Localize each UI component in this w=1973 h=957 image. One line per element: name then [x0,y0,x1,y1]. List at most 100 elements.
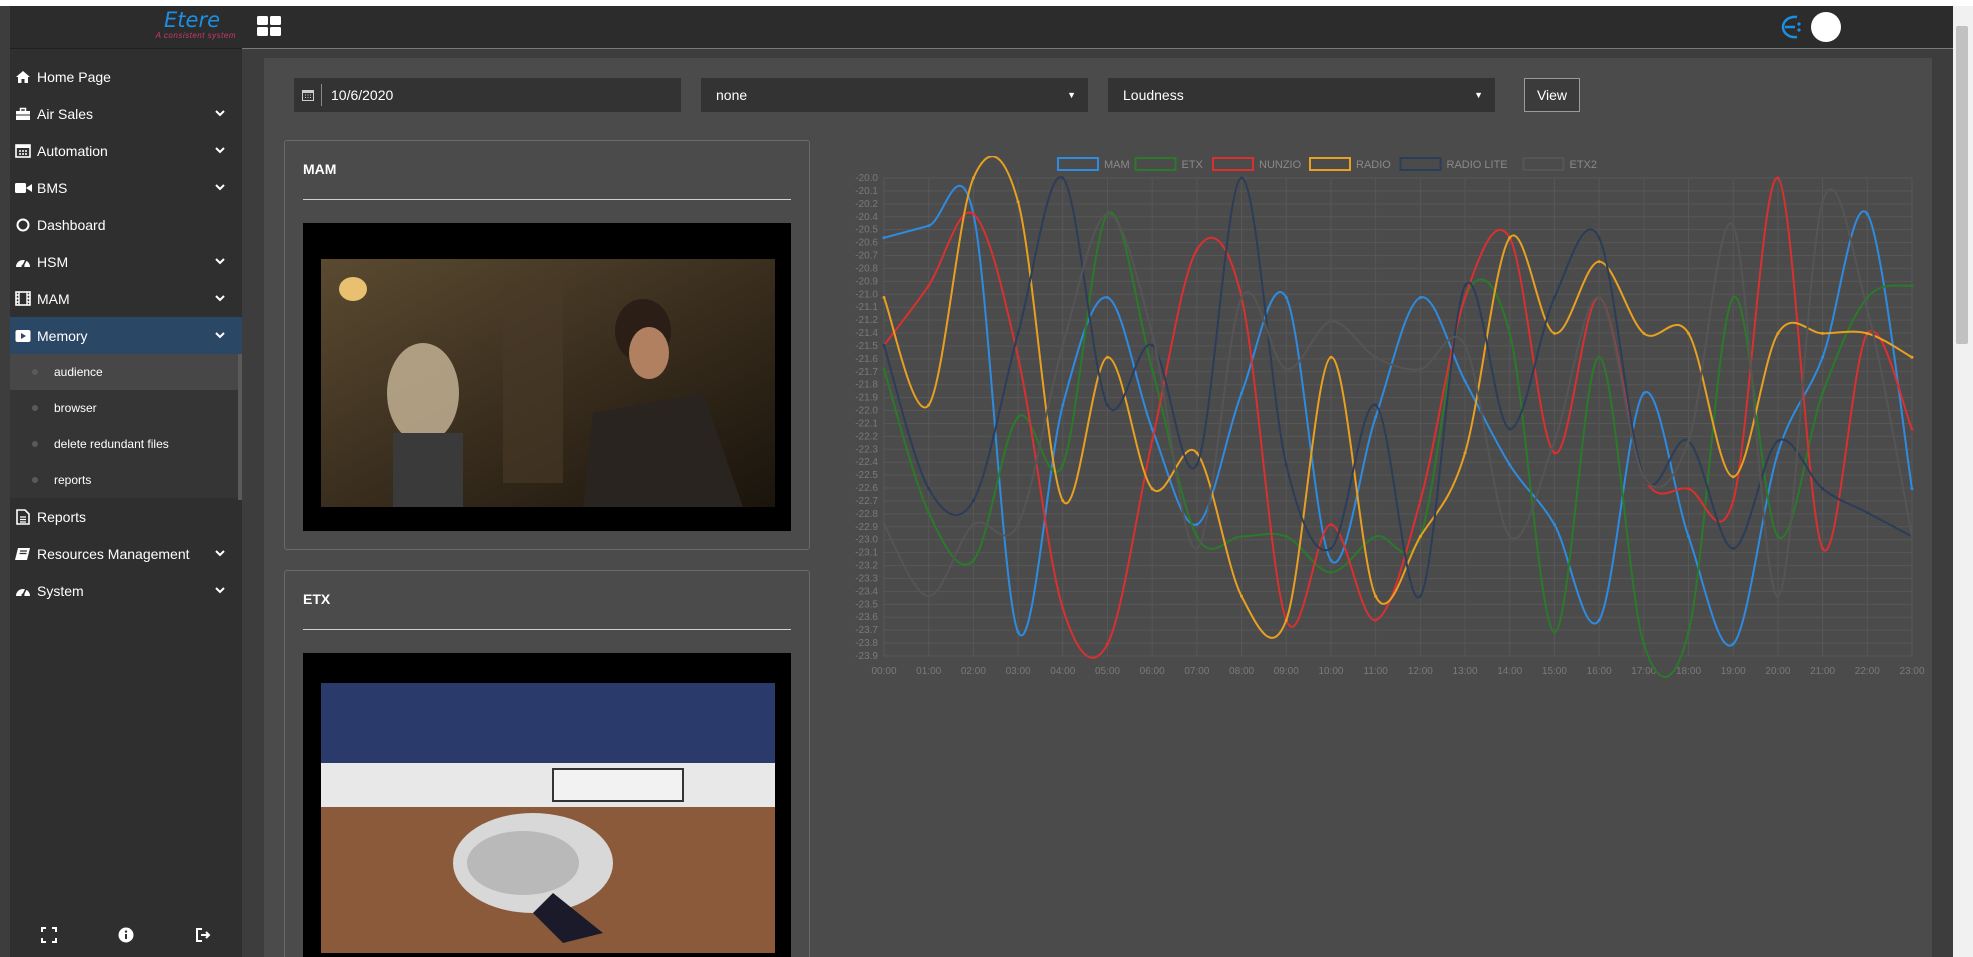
data-point[interactable] [1105,403,1109,407]
data-point[interactable] [1687,439,1691,443]
data-point[interactable] [1463,296,1467,299]
data-point[interactable] [1284,535,1288,538]
metric-select[interactable]: Loudness ▼ [1108,78,1495,112]
data-point[interactable] [1731,642,1735,646]
data-point[interactable] [971,212,975,216]
data-point[interactable] [1374,535,1378,538]
data-point[interactable] [1597,355,1601,359]
data-point[interactable] [1910,427,1914,431]
data-point[interactable] [1642,475,1646,479]
data-point[interactable] [1821,546,1825,550]
sidebar-subitem-reports[interactable]: reports [10,462,242,498]
data-point[interactable] [1284,367,1288,371]
data-point[interactable] [1552,331,1556,335]
data-point[interactable] [1910,535,1914,538]
sidebar-item-system[interactable]: System [10,572,242,609]
data-point[interactable] [882,236,886,240]
data-point[interactable] [1418,367,1422,371]
data-point[interactable] [1240,535,1244,538]
sidebar-subitem-audience[interactable]: audience [10,354,242,390]
data-point[interactable] [1240,594,1244,598]
data-point[interactable] [1374,618,1378,622]
data-point[interactable] [1329,523,1333,527]
data-point[interactable] [1105,642,1109,646]
data-point[interactable] [1150,331,1154,335]
data-point[interactable] [1642,642,1646,646]
data-point[interactable] [1687,487,1691,491]
page-scrollbar[interactable] [1953,6,1973,957]
data-point[interactable] [1508,427,1512,431]
legend-item[interactable]: ETX [1134,157,1204,171]
data-point[interactable] [1150,427,1154,431]
data-point[interactable] [1731,499,1735,503]
logout-button[interactable] [189,921,217,949]
data-point[interactable] [1910,284,1914,288]
data-point[interactable] [1776,439,1780,443]
data-point[interactable] [1105,296,1109,299]
sidebar-item-bms[interactable]: BMS [10,169,242,206]
data-point[interactable] [882,343,886,347]
data-point[interactable] [971,499,975,503]
data-point[interactable] [1463,379,1467,383]
data-point[interactable] [1865,296,1869,299]
data-point[interactable] [1463,343,1467,347]
data-point[interactable] [1329,558,1333,562]
data-point[interactable] [1731,224,1735,228]
data-point[interactable] [1865,307,1869,311]
data-point[interactable] [1776,535,1780,538]
data-point[interactable] [1508,236,1512,240]
data-point[interactable] [1687,535,1691,538]
data-point[interactable] [1284,618,1288,622]
data-point[interactable] [1284,296,1288,299]
data-point[interactable] [1865,212,1869,216]
data-point[interactable] [1821,391,1825,395]
info-button[interactable] [112,921,140,949]
data-point[interactable] [1508,331,1512,335]
data-point[interactable] [1642,391,1646,395]
brand-logo[interactable]: Etere A consistent system [10,6,242,49]
data-point[interactable] [1552,439,1556,443]
data-point[interactable] [1016,415,1020,419]
data-point[interactable] [1731,296,1735,299]
data-point[interactable] [927,224,931,228]
data-point[interactable] [1195,248,1199,252]
data-point[interactable] [1508,463,1512,467]
data-point[interactable] [1865,331,1869,335]
series-line-radio-lite[interactable] [883,176,1913,599]
data-point[interactable] [1195,523,1199,527]
data-point[interactable] [1418,535,1422,538]
data-point[interactable] [1105,355,1109,359]
data-point[interactable] [1016,630,1020,634]
data-point[interactable] [1776,594,1780,598]
data-point[interactable] [1552,451,1556,455]
data-point[interactable] [1597,296,1601,299]
legend-item[interactable]: RADIO [1309,157,1391,171]
data-point[interactable] [1731,546,1735,550]
sidebar-item-resources-management[interactable]: Resources Management [10,535,242,572]
data-point[interactable] [1374,415,1378,419]
data-point[interactable] [1552,296,1556,299]
data-point[interactable] [1418,594,1422,598]
data-point[interactable] [882,523,886,527]
data-point[interactable] [1061,176,1065,180]
data-point[interactable] [1016,523,1020,527]
data-point[interactable] [1061,606,1065,610]
data-point[interactable] [1329,570,1333,574]
data-point[interactable] [1910,355,1914,359]
data-point[interactable] [1821,487,1825,491]
data-point[interactable] [1374,403,1378,407]
data-point[interactable] [1195,451,1199,455]
data-point[interactable] [1195,546,1199,550]
sidebar-item-reports[interactable]: Reports [10,498,242,535]
data-point[interactable] [882,296,886,299]
legend-item[interactable]: MAM [1057,157,1130,171]
data-point[interactable] [971,558,975,562]
avatar[interactable] [1811,12,1841,42]
data-point[interactable] [1016,200,1020,204]
data-point[interactable] [971,176,975,180]
sidebar-item-home-page[interactable]: Home Page [10,58,242,95]
data-point[interactable] [1508,535,1512,538]
data-point[interactable] [1195,535,1199,538]
data-point[interactable] [1061,343,1065,347]
data-point[interactable] [927,487,931,491]
